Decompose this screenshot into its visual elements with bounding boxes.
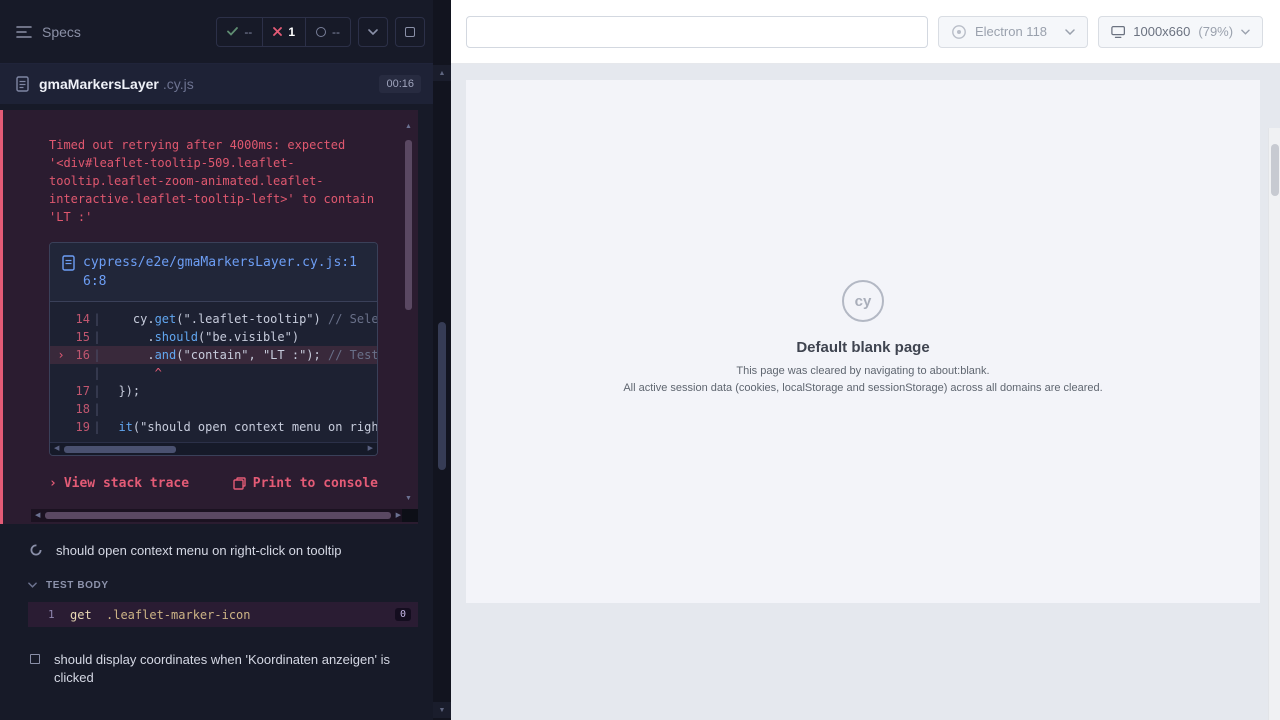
code-line: 14| cy.get(".leaflet-tooltip") // Sele bbox=[50, 310, 377, 328]
scroll-right-icon[interactable]: ▶ bbox=[368, 444, 373, 452]
test-row-pending[interactable]: should display coordinates when 'Koordin… bbox=[0, 651, 433, 687]
code-file-icon bbox=[62, 255, 75, 271]
spec-file-icon bbox=[16, 76, 29, 92]
viewport-size: 1000x660 bbox=[1133, 24, 1190, 39]
hscroll-thumb[interactable] bbox=[64, 446, 176, 453]
blank-page: cy Default blank page This page was clea… bbox=[466, 80, 1260, 603]
code-frame-file-link[interactable]: cypress/e2e/gmaMarkersLayer.cy.js:16:8 bbox=[83, 253, 365, 291]
check-icon bbox=[227, 27, 238, 36]
browser-label: Electron 118 bbox=[975, 24, 1047, 39]
command-log-row[interactable]: 1 get .leaflet-marker-icon 0 bbox=[28, 602, 418, 627]
code-line: ›16| .and("contain", "LT :"); // Test bbox=[50, 346, 377, 364]
browser-selector[interactable]: Electron 118 bbox=[938, 16, 1088, 48]
specs-header: Specs -- 1 -- bbox=[0, 0, 433, 64]
specs-label: Specs bbox=[42, 24, 81, 40]
stop-button[interactable] bbox=[395, 17, 425, 47]
chevron-down-icon bbox=[1241, 29, 1250, 35]
preview-toolbar: Electron 118 1000x660 (79%) bbox=[451, 0, 1280, 64]
preview-stage: cy Default blank page This page was clea… bbox=[451, 64, 1280, 720]
code-line: | ^ bbox=[50, 364, 377, 382]
scroll-up-icon[interactable]: ▲ bbox=[405, 122, 412, 132]
print-to-console-button[interactable]: Print to console bbox=[233, 476, 378, 491]
circle-icon bbox=[316, 27, 326, 37]
chevron-down-icon bbox=[368, 29, 378, 35]
test-row-running[interactable]: should open context menu on right-click … bbox=[0, 538, 433, 562]
pending-square-icon bbox=[30, 654, 40, 664]
url-input[interactable] bbox=[466, 16, 928, 48]
cypress-runner: Specs -- 1 -- bbox=[0, 0, 1280, 720]
scroll-left-icon[interactable]: ◀ bbox=[54, 444, 59, 452]
blank-page-message-1: This page was cleared by navigating to a… bbox=[466, 363, 1260, 379]
scroll-up-icon[interactable]: ▲ bbox=[433, 65, 451, 81]
collapse-all-button[interactable] bbox=[358, 17, 388, 47]
x-icon bbox=[273, 27, 282, 36]
chevron-right-icon: › bbox=[49, 476, 57, 491]
error-actions: › View stack trace Print to console bbox=[49, 476, 378, 491]
command-name: get bbox=[70, 608, 106, 622]
spinner-icon bbox=[30, 544, 42, 556]
specs-menu-icon[interactable] bbox=[16, 25, 32, 39]
cypress-logo: cy bbox=[842, 280, 884, 322]
scroll-right-icon[interactable]: ▶ bbox=[396, 511, 401, 519]
code-line: 19| it("should open context menu on righ bbox=[50, 418, 377, 436]
test-list: should open context menu on right-click … bbox=[0, 538, 433, 687]
spec-file-row[interactable]: gmaMarkersLayer .cy.js 00:16 bbox=[0, 64, 433, 104]
window-scroll-thumb[interactable] bbox=[1271, 144, 1279, 196]
code-line: 17| }); bbox=[50, 382, 377, 400]
scroll-left-icon[interactable]: ◀ bbox=[35, 511, 40, 519]
window-scrollbar[interactable] bbox=[1268, 128, 1280, 720]
electron-browser-icon bbox=[951, 24, 967, 40]
scrollbar-corner bbox=[402, 509, 418, 522]
code-line: 18| bbox=[50, 400, 377, 418]
view-stack-trace-button[interactable]: › View stack trace bbox=[49, 476, 189, 491]
chevron-down-icon bbox=[28, 582, 37, 588]
code-frame-header: cypress/e2e/gmaMarkersLayer.cy.js:16:8 bbox=[50, 243, 377, 302]
test-body-header[interactable]: TEST BODY bbox=[0, 576, 433, 594]
command-number: 1 bbox=[48, 608, 70, 621]
scroll-down-icon[interactable]: ▼ bbox=[405, 494, 412, 504]
chevron-down-icon bbox=[1065, 29, 1075, 35]
blank-page-message-2: All active session data (cookies, localS… bbox=[466, 380, 1260, 396]
scroll-down-icon[interactable]: ▼ bbox=[433, 702, 451, 718]
spec-duration-badge: 00:16 bbox=[379, 75, 421, 93]
test-stats: -- 1 -- bbox=[216, 17, 351, 47]
spec-name: gmaMarkersLayer bbox=[39, 76, 159, 92]
test-title: should display coordinates when 'Koordin… bbox=[54, 651, 410, 687]
error-vscrollbar[interactable]: ▲ ▼ bbox=[404, 122, 413, 504]
stop-icon bbox=[405, 27, 415, 37]
test-body-label: TEST BODY bbox=[46, 580, 109, 591]
code-lines: 14| cy.get(".leaflet-tooltip") // Sele15… bbox=[50, 302, 377, 442]
code-line: 15| .should("be.visible") bbox=[50, 328, 377, 346]
app-preview: Electron 118 1000x660 (79%) cy Default b… bbox=[451, 0, 1280, 720]
command-count-badge: 0 bbox=[395, 608, 411, 621]
stat-passed: -- bbox=[217, 18, 262, 46]
test-title: should open context menu on right-click … bbox=[56, 543, 341, 558]
reporter-scroll-thumb[interactable] bbox=[438, 322, 446, 470]
blank-page-title: Default blank page bbox=[466, 339, 1260, 356]
reporter-resizer-scrollbar[interactable]: ▲ ▼ bbox=[433, 0, 451, 720]
viewport-icon bbox=[1111, 25, 1125, 39]
viewport-selector[interactable]: 1000x660 (79%) bbox=[1098, 16, 1263, 48]
error-message: Timed out retrying after 4000ms: expecte… bbox=[49, 136, 378, 226]
spec-extension: .cy.js bbox=[163, 76, 194, 92]
vscroll-thumb[interactable] bbox=[405, 140, 412, 310]
print-console-icon bbox=[233, 477, 246, 490]
reporter-sidebar: Specs -- 1 -- bbox=[0, 0, 433, 720]
stat-failed: 1 bbox=[262, 18, 305, 46]
viewport-scale: (79%) bbox=[1198, 24, 1233, 39]
code-frame: cypress/e2e/gmaMarkersLayer.cy.js:16:8 1… bbox=[49, 242, 378, 456]
command-message: .leaflet-marker-icon bbox=[106, 608, 395, 622]
stat-skipped: -- bbox=[305, 18, 350, 46]
code-frame-hscrollbar[interactable]: ◀ ▶ bbox=[50, 442, 377, 455]
error-hscrollbar[interactable]: ◀ ▶ bbox=[31, 509, 405, 522]
failed-attempt-panel: Timed out retrying after 4000ms: expecte… bbox=[0, 110, 418, 524]
hscroll-thumb[interactable] bbox=[45, 512, 391, 519]
